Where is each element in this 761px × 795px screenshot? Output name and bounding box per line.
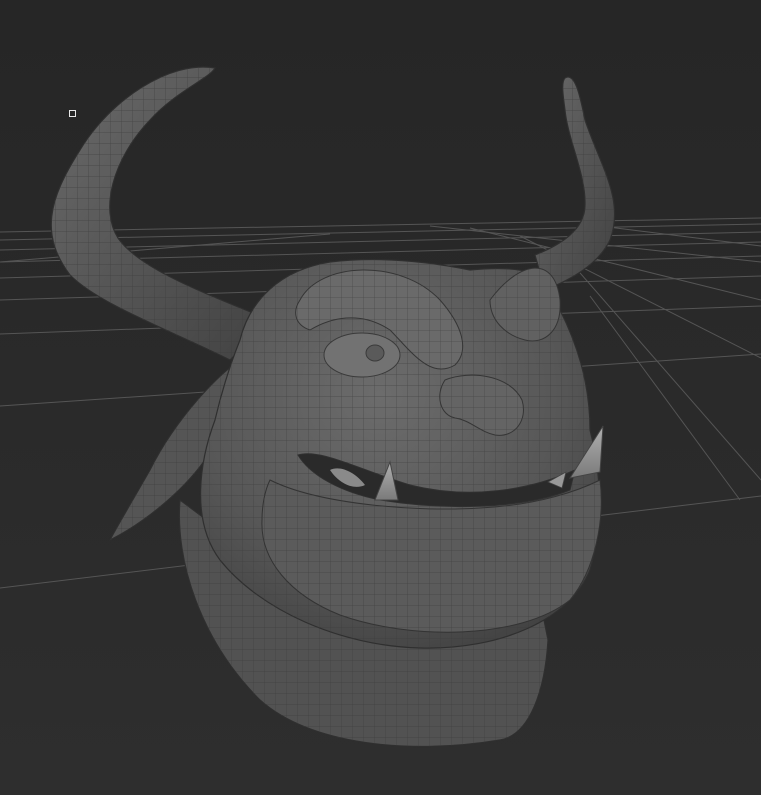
- pivot-marker-icon[interactable]: [69, 110, 76, 117]
- left-eye: [323, 332, 401, 378]
- viewport-canvas[interactable]: [0, 0, 761, 795]
- 3d-viewport[interactable]: [0, 0, 761, 795]
